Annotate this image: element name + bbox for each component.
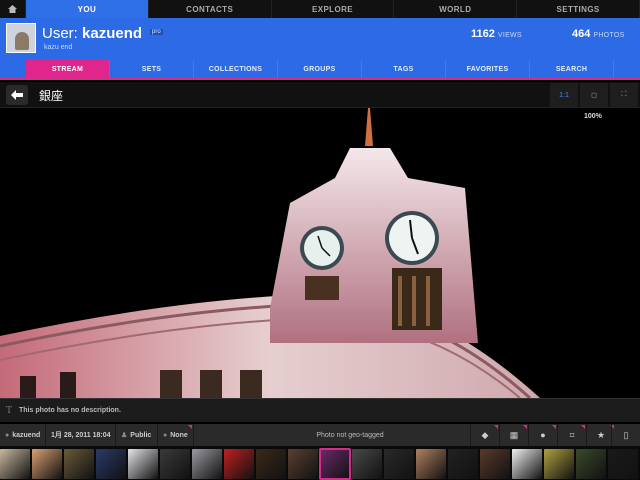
privacy-button[interactable]: ♟ Public [116, 424, 158, 446]
user-prefix: User: [42, 25, 83, 42]
view-actual-size-button[interactable]: 1:1 [550, 83, 578, 107]
filmstrip-thumbnail[interactable] [384, 449, 414, 479]
phone-button[interactable]: ▯ [611, 424, 640, 446]
filmstrip-thumbnail[interactable] [608, 449, 638, 479]
photo-title: 銀座 [39, 89, 64, 103]
tab-groups[interactable]: GROUPS [278, 60, 362, 78]
avatar[interactable] [6, 23, 36, 53]
tab-search[interactable]: SEARCH [530, 60, 614, 78]
tab-collections[interactable]: COLLECTIONS [194, 60, 278, 78]
description-text: This photo has no description. [19, 407, 121, 414]
filmstrip-thumbnail[interactable] [224, 449, 254, 479]
photo-image [0, 108, 640, 398]
back-arrow-icon [11, 90, 23, 100]
tab-explore[interactable]: EXPLORE [272, 0, 395, 18]
profile-name: User: kazuend [42, 25, 142, 42]
filmstrip-thumbnail[interactable] [544, 449, 574, 479]
filmstrip [0, 446, 640, 480]
photos-label: PHOTOS [593, 32, 625, 39]
phone-icon: ▯ [623, 429, 629, 440]
view-fullscreen-button[interactable]: ⛶ [610, 83, 638, 107]
filmstrip-thumbnail[interactable] [352, 449, 382, 479]
tab-contacts[interactable]: CONTACTS [149, 0, 272, 18]
fullscreen-icon: ⛶ [621, 91, 627, 98]
favorite-icon: ★ [596, 429, 606, 440]
owner-icon: ● [5, 431, 10, 439]
filmstrip-thumbnail[interactable] [0, 449, 30, 479]
tab-stream[interactable]: STREAM [26, 60, 110, 78]
fit-icon: ◻ [591, 92, 597, 99]
zoom-level: 100% [584, 113, 602, 120]
home-button[interactable] [0, 0, 26, 18]
geo-status: Photo not geo-tagged [316, 431, 384, 439]
tab-sets[interactable]: SETS [110, 60, 194, 78]
tab-tags[interactable]: TAGS [362, 60, 446, 78]
tab-settings[interactable]: SETTINGS [517, 0, 640, 18]
photo-view[interactable] [0, 108, 640, 398]
crop-button[interactable]: ⌗ [557, 424, 586, 446]
owner-button[interactable]: ● kazuend [0, 424, 46, 446]
views-label: VIEWS [497, 32, 522, 39]
views-count: 1162 [471, 28, 495, 40]
top-nav: YOU CONTACTS EXPLORE WORLD SETTINGS [0, 0, 640, 18]
filmstrip-thumbnail[interactable] [576, 449, 606, 479]
pro-badge: pro [150, 29, 163, 35]
owner-name: kazuend [12, 431, 41, 439]
description-bar[interactable]: T This photo has no description. [0, 398, 640, 422]
license-text: None [170, 431, 188, 439]
photos-count: 464 [572, 28, 591, 40]
comment-icon: ● [163, 431, 168, 439]
comments-button[interactable]: ● [528, 424, 557, 446]
sizes-icon: ▦ [509, 429, 519, 440]
tag-button[interactable]: ◆ [470, 424, 499, 446]
photo-meta-bar: ● kazuend 1月 28, 2011 18:04 ♟ Public ● None… [0, 424, 640, 446]
filmstrip-thumbnail[interactable] [448, 449, 478, 479]
filmstrip-thumbnail[interactable] [288, 449, 318, 479]
views-stat: 1162 VIEWS [471, 28, 522, 40]
filmstrip-thumbnail[interactable] [64, 449, 94, 479]
license-button[interactable]: ● None [158, 424, 194, 446]
text-icon: T [6, 406, 13, 416]
tab-world[interactable]: WORLD [394, 0, 518, 18]
filmstrip-thumbnail[interactable] [32, 449, 62, 479]
home-icon [8, 5, 17, 13]
comments-icon: ● [540, 430, 546, 440]
real-name: kazu end [44, 44, 73, 51]
date-taken[interactable]: 1月 28, 2011 18:04 [46, 424, 116, 446]
photo-title-bar: 銀座 1:1 ◻ ⛶ [0, 82, 640, 108]
sizes-button[interactable]: ▦ [499, 424, 528, 446]
filmstrip-thumbnail[interactable] [480, 449, 510, 479]
back-button[interactable] [6, 85, 28, 105]
tab-favorites[interactable]: FAVORITES [446, 60, 530, 78]
tab-you[interactable]: YOU [26, 0, 149, 18]
filmstrip-thumbnail[interactable] [512, 449, 542, 479]
date-text: 1月 28, 2011 18:04 [51, 432, 111, 439]
filmstrip-thumbnail[interactable] [192, 449, 222, 479]
photos-stat: 464 PHOTOS [572, 28, 625, 40]
sub-nav: STREAM SETS COLLECTIONS GROUPS TAGS FAVO… [0, 60, 640, 80]
person-icon: ♟ [121, 432, 128, 439]
privacy-text: Public [130, 431, 152, 439]
filmstrip-thumbnail[interactable] [96, 449, 126, 479]
username: kazuend [82, 25, 143, 42]
tag-icon: ◆ [481, 429, 489, 440]
profile-header: User: kazuend pro kazu end 1162 VIEWS 464… [0, 18, 640, 60]
filmstrip-thumbnail[interactable] [128, 449, 158, 479]
filmstrip-thumbnail[interactable] [416, 449, 446, 479]
filmstrip-thumbnail[interactable] [160, 449, 190, 479]
crop-icon: ⌗ [569, 429, 575, 440]
filmstrip-thumbnail[interactable] [319, 448, 351, 480]
view-fit-button[interactable]: ◻ [580, 83, 608, 107]
filmstrip-thumbnail[interactable] [256, 449, 286, 479]
